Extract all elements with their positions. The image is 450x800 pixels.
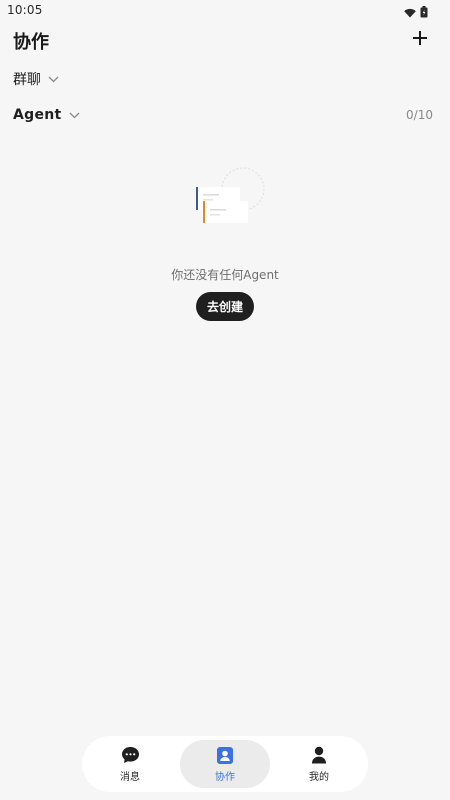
contact-card-icon	[215, 745, 235, 765]
chat-bubble-icon	[120, 745, 140, 765]
nav-item-messages[interactable]: 消息	[85, 740, 175, 788]
nav-item-mine[interactable]: 我的	[274, 740, 364, 788]
agent-section-toggle[interactable]: Agent 0/10	[0, 100, 450, 130]
bottom-nav: 消息 协作 我的	[82, 736, 368, 792]
create-agent-button[interactable]: 去创建	[196, 292, 254, 321]
wifi-icon	[404, 3, 416, 22]
group-chat-label: 群聊	[13, 72, 41, 88]
status-bar: 10:05	[0, 0, 450, 22]
plus-icon	[413, 31, 427, 45]
header: 协作	[0, 22, 450, 58]
nav-label-collab: 协作	[215, 772, 235, 783]
page-title: 协作	[13, 32, 49, 53]
empty-state-message: 你还没有任何Agent	[171, 268, 279, 282]
battery-icon	[420, 3, 428, 22]
agent-count: 0/10	[406, 108, 433, 122]
agent-label: Agent	[13, 107, 62, 123]
add-button[interactable]	[408, 26, 432, 50]
status-time: 10:05	[7, 3, 43, 17]
chevron-down-icon	[48, 76, 59, 83]
nav-label-mine: 我的	[309, 772, 329, 783]
empty-cards-illustration	[190, 164, 270, 230]
chevron-down-icon	[69, 112, 80, 119]
person-icon	[309, 745, 329, 765]
group-chat-section-toggle[interactable]: 群聊	[0, 64, 450, 94]
nav-item-collab[interactable]: 协作	[180, 740, 270, 788]
nav-label-messages: 消息	[120, 772, 140, 783]
status-icons	[404, 3, 428, 22]
